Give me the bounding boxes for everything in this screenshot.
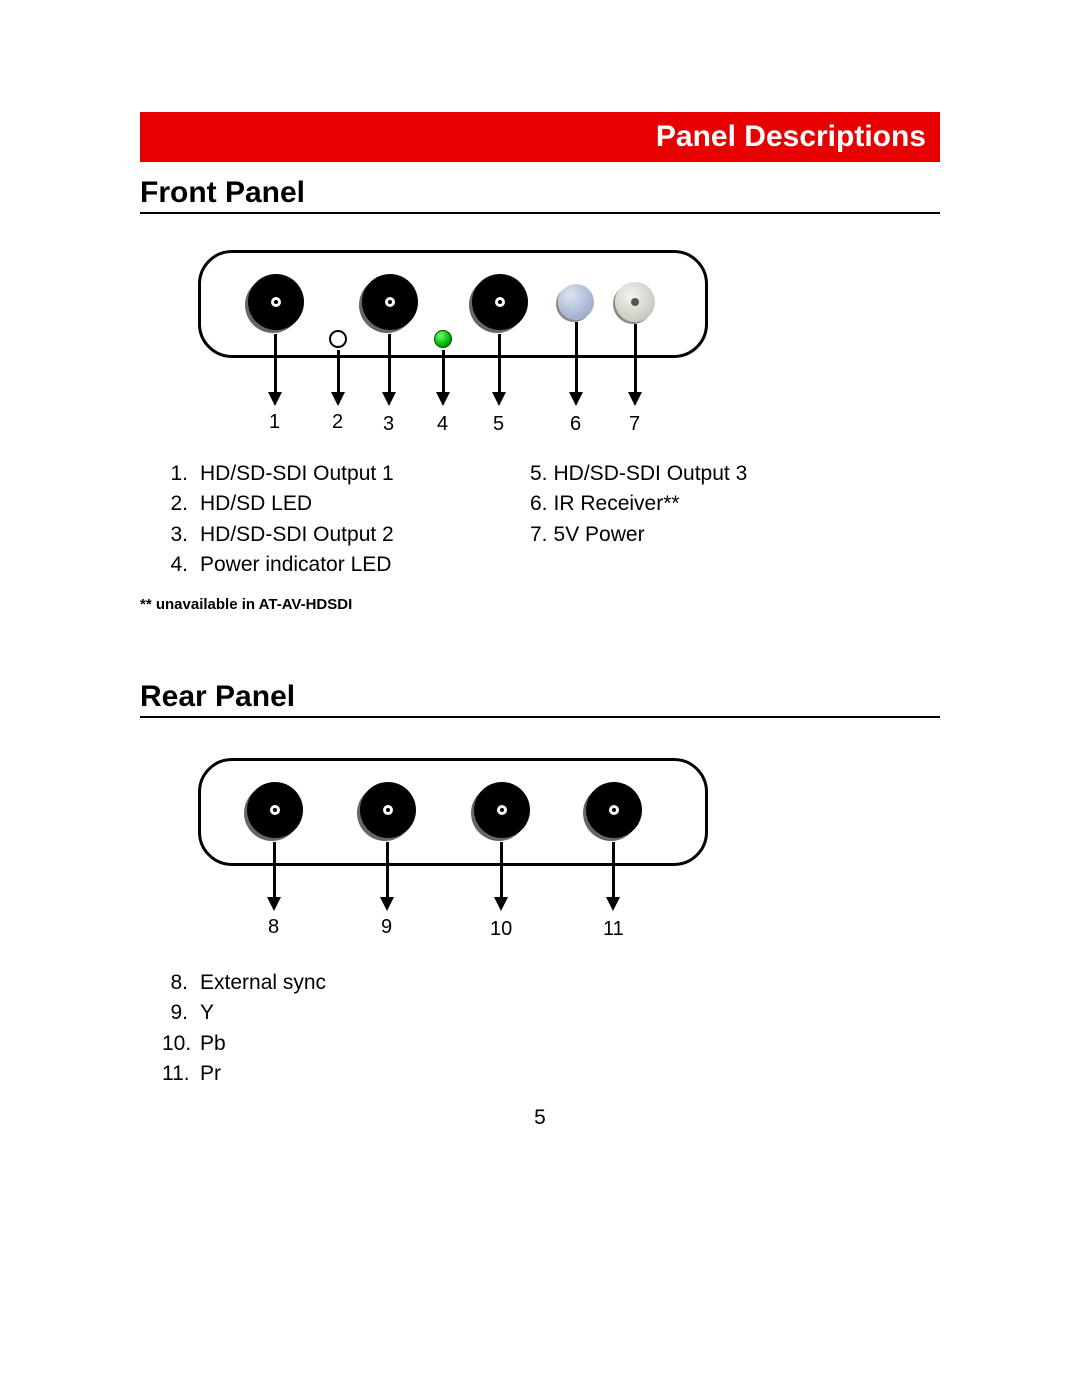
list-item: 8.External sync	[162, 968, 562, 998]
list-item: 6.IR Receiver**	[530, 489, 880, 519]
list-item: 4.Power indicator LED	[162, 550, 512, 580]
page-number: 5	[0, 1106, 1080, 1130]
power-led-icon	[434, 330, 452, 348]
bnc-connector-1-icon	[246, 272, 306, 332]
list-item: 7.5V Power	[530, 520, 880, 550]
callout-5: 5	[493, 413, 504, 436]
list-item: 1.HD/SD-SDI Output 1	[162, 459, 512, 489]
section-header-title: Panel Descriptions	[656, 120, 926, 154]
arrow-9-head	[380, 897, 394, 911]
callout-9: 9	[381, 916, 392, 939]
arrow-4-head	[436, 392, 450, 406]
front-panel-title: Front Panel	[140, 176, 305, 210]
bnc-connector-9-icon	[358, 780, 418, 840]
arrow-1	[274, 334, 277, 392]
arrow-10	[500, 842, 503, 897]
list-item: 3.HD/SD-SDI Output 2	[162, 520, 512, 550]
arrow-8-head	[267, 897, 281, 911]
list-item: 5.HD/SD-SDI Output 3	[530, 459, 880, 489]
arrow-9	[386, 842, 389, 897]
section-header-bar: Panel Descriptions	[140, 112, 940, 162]
callout-7: 7	[629, 413, 640, 436]
bnc-connector-11-icon	[584, 780, 644, 840]
arrow-2	[337, 350, 340, 392]
arrow-6-head	[569, 392, 583, 406]
rear-panel-underline	[140, 716, 940, 718]
list-item: 11.Pr	[162, 1059, 562, 1089]
arrow-11-head	[606, 897, 620, 911]
arrow-7	[634, 324, 637, 392]
callout-4: 4	[437, 413, 448, 436]
front-panel-underline	[140, 212, 940, 214]
arrow-4	[442, 350, 445, 392]
bnc-connector-2-icon	[360, 272, 420, 332]
arrow-8	[273, 842, 276, 897]
footnote: ** unavailable in AT-AV-HDSDI	[140, 596, 352, 613]
front-list-left: 1.HD/SD-SDI Output 1 2.HD/SD LED 3.HD/SD…	[162, 459, 512, 581]
callout-11: 11	[603, 918, 624, 941]
bnc-connector-3-icon	[470, 272, 530, 332]
arrow-10-head	[494, 897, 508, 911]
power-jack-icon	[615, 282, 655, 322]
rear-list: 8.External sync 9.Y 10.Pb 11.Pr	[162, 968, 562, 1090]
arrow-5-head	[492, 392, 506, 406]
bnc-connector-10-icon	[472, 780, 532, 840]
hd-sd-led-icon	[329, 330, 347, 348]
list-item: 10.Pb	[162, 1029, 562, 1059]
arrow-11	[612, 842, 615, 897]
arrow-7-head	[628, 392, 642, 406]
callout-1: 1	[269, 411, 280, 434]
list-item: 9.Y	[162, 998, 562, 1028]
page: Panel Descriptions Front Panel 1 2 3 4 5	[0, 0, 1080, 1397]
arrow-6	[575, 322, 578, 392]
callout-2: 2	[332, 411, 343, 434]
arrow-3	[388, 334, 391, 392]
arrow-1-head	[268, 392, 282, 406]
callout-3: 3	[383, 413, 394, 436]
callout-6: 6	[570, 413, 581, 436]
arrow-3-head	[382, 392, 396, 406]
arrow-2-head	[331, 392, 345, 406]
arrow-5	[498, 334, 501, 392]
ir-receiver-icon	[558, 284, 594, 320]
front-list-right: 5.HD/SD-SDI Output 3 6.IR Receiver** 7.5…	[530, 459, 880, 550]
callout-8: 8	[268, 916, 279, 939]
list-item: 2.HD/SD LED	[162, 489, 512, 519]
bnc-connector-8-icon	[245, 780, 305, 840]
rear-panel-title: Rear Panel	[140, 680, 295, 714]
callout-10: 10	[490, 918, 512, 941]
